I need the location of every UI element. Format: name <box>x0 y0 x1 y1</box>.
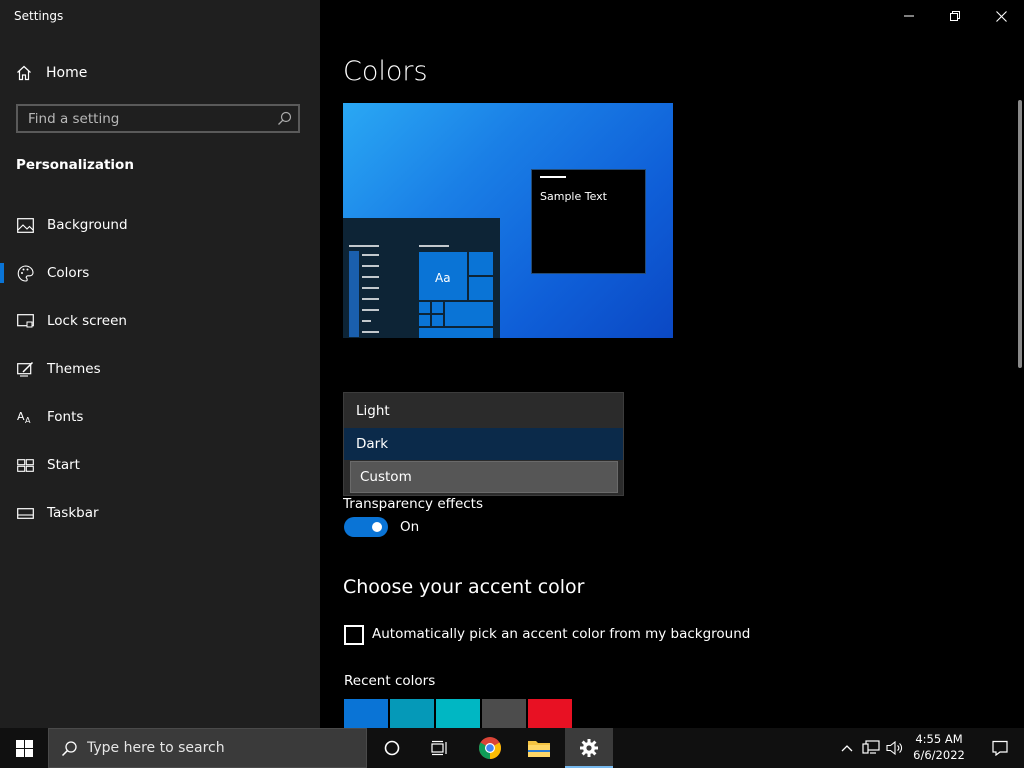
volume-icon <box>886 740 902 756</box>
minimize-button[interactable] <box>886 0 932 32</box>
action-center-button[interactable] <box>976 728 1024 768</box>
sidebar-item-colors[interactable]: Colors <box>0 251 320 295</box>
restore-button[interactable] <box>932 0 978 32</box>
taskbar-search-input[interactable] <box>87 729 357 767</box>
sidebar-item-start[interactable]: Start <box>0 443 320 487</box>
home-label: Home <box>46 65 88 81</box>
sidebar-item-label: Lock screen <box>47 313 127 329</box>
recent-color-swatch[interactable] <box>344 699 388 728</box>
svg-text:A: A <box>17 410 25 423</box>
sidebar: Settings Home Personalization Background… <box>0 0 320 728</box>
find-setting-input[interactable] <box>18 106 278 131</box>
minimize-icon <box>904 15 914 17</box>
chrome-taskbar-button[interactable] <box>467 728 513 768</box>
find-setting-search[interactable] <box>16 104 300 133</box>
preview-window: Sample Text <box>531 169 646 274</box>
preview-window-bar <box>540 176 566 178</box>
sidebar-item-taskbar[interactable]: Taskbar <box>0 491 320 535</box>
sidebar-item-label: Fonts <box>47 409 84 425</box>
fonts-icon: AA <box>16 408 34 426</box>
auto-accent-label[interactable]: Automatically pick an accent color from … <box>372 626 750 642</box>
settings-taskbar-button[interactable] <box>565 728 613 768</box>
preview-sample-text: Sample Text <box>540 190 607 203</box>
recent-color-swatch[interactable] <box>482 699 526 728</box>
page-title: Colors <box>343 56 428 87</box>
search-icon <box>61 741 77 757</box>
color-mode-dropdown[interactable]: Light Dark Custom <box>343 392 624 496</box>
network-icon <box>862 740 880 754</box>
dropdown-option-dark[interactable]: Dark <box>344 428 623 460</box>
transparency-state: On <box>400 519 420 535</box>
recent-color-swatch[interactable] <box>528 699 572 728</box>
gear-icon <box>580 739 598 757</box>
themes-icon <box>16 360 34 378</box>
file-explorer-taskbar-button[interactable] <box>516 728 562 768</box>
taskbar-search-box[interactable] <box>48 728 367 768</box>
folder-icon <box>528 741 550 757</box>
preview-start-menu: Aa <box>343 218 500 338</box>
show-hidden-icons-button[interactable] <box>838 728 856 768</box>
auto-accent-checkbox[interactable] <box>344 625 364 645</box>
taskbar-clock[interactable]: 4:55 AM 6/6/2022 <box>910 731 968 763</box>
clock-time: 4:55 AM <box>915 732 963 746</box>
sidebar-item-label: Themes <box>47 361 101 377</box>
taskbar-icon <box>16 504 34 522</box>
sidebar-item-label: Colors <box>47 265 90 281</box>
cortana-button[interactable] <box>368 728 416 768</box>
sidebar-item-lock-screen[interactable]: Lock screen <box>0 299 320 343</box>
home-icon <box>17 65 31 81</box>
windows-logo-icon <box>15 739 33 757</box>
section-title: Personalization <box>16 157 134 173</box>
start-button[interactable] <box>0 728 48 768</box>
search-icon[interactable] <box>277 111 292 126</box>
recent-colors-label: Recent colors <box>344 673 436 689</box>
sidebar-item-fonts[interactable]: AA Fonts <box>0 395 320 439</box>
recent-color-swatch[interactable] <box>390 699 434 728</box>
dropdown-option-custom[interactable]: Custom <box>350 461 618 493</box>
lock-screen-icon <box>16 312 34 330</box>
chrome-icon <box>479 737 501 759</box>
scrollbar[interactable] <box>1018 100 1022 368</box>
network-button[interactable] <box>860 728 882 768</box>
cortana-icon <box>384 740 400 756</box>
taskbar <box>0 728 1024 768</box>
transparency-label: Transparency effects <box>343 496 483 512</box>
close-button[interactable] <box>978 0 1024 32</box>
sidebar-item-themes[interactable]: Themes <box>0 347 320 391</box>
sidebar-item-label: Start <box>47 457 80 473</box>
transparency-toggle[interactable] <box>344 517 388 537</box>
restore-icon <box>950 11 960 21</box>
palette-icon <box>16 264 34 282</box>
sidebar-item-label: Background <box>47 217 128 233</box>
recent-color-swatch[interactable] <box>436 699 480 728</box>
home-nav-item[interactable]: Home <box>16 62 87 84</box>
close-icon <box>995 10 1007 22</box>
sidebar-item-background[interactable]: Background <box>0 203 320 247</box>
preview-start-tiles <box>349 245 493 338</box>
volume-button[interactable] <box>884 728 906 768</box>
toggle-knob <box>372 522 382 532</box>
svg-text:A: A <box>25 416 31 425</box>
dropdown-option-light[interactable]: Light <box>344 395 623 427</box>
chevron-up-icon <box>841 745 853 752</box>
task-view-icon <box>431 740 447 756</box>
preview-tile-text: Aa <box>435 271 451 285</box>
theme-preview: Aa Sample Text <box>343 103 673 338</box>
picture-icon <box>16 216 34 234</box>
accent-section-title: Choose your accent color <box>343 576 585 598</box>
start-icon <box>16 456 34 474</box>
clock-date: 6/6/2022 <box>913 748 965 762</box>
task-view-button[interactable] <box>416 728 464 768</box>
app-title: Settings <box>14 9 64 23</box>
sidebar-item-label: Taskbar <box>47 505 99 521</box>
notification-icon <box>992 740 1008 756</box>
